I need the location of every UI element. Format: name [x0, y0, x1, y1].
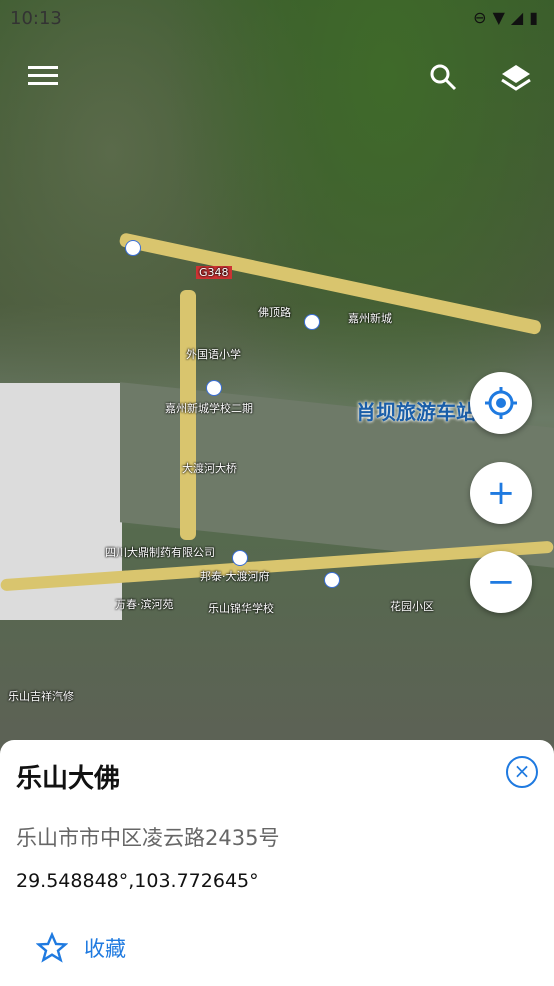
poi-marker[interactable]	[232, 550, 248, 566]
menu-button[interactable]	[25, 62, 61, 98]
status-time: 10:13	[10, 8, 62, 29]
locate-icon	[485, 387, 517, 419]
star-icon	[36, 932, 68, 963]
layers-icon	[501, 65, 531, 91]
poi-marker[interactable]	[125, 240, 141, 256]
map-label-major: 肖坝旅游车站	[356, 400, 476, 424]
locate-button[interactable]	[470, 372, 532, 434]
map-label: 花园小区	[390, 600, 434, 613]
map-label: 邦泰·大渡河府	[200, 570, 270, 583]
status-bar: 10:13 ⊖▼◢▮	[0, 0, 554, 36]
map-label: 万春·滨河苑	[115, 598, 174, 611]
map-label: 四川大鼎制药有限公司	[105, 546, 215, 559]
map-label: 大渡河大桥	[182, 462, 237, 475]
map-label: 嘉州新城	[348, 312, 392, 325]
close-button[interactable]: ×	[506, 756, 538, 788]
place-address: 乐山市市中区凌云路2435号	[16, 826, 280, 850]
map-label: G348	[196, 266, 232, 279]
map-label: 嘉州新城学校二期	[165, 402, 253, 415]
map-view[interactable]: 佛顶路 G348 外国语小学 嘉州新城学校二期 大渡河大桥 四川大鼎制药有限公司…	[0, 0, 554, 760]
place-detail-sheet: 乐山大佛 × 乐山市市中区凌云路2435号 29.548848°,103.772…	[0, 740, 554, 986]
search-button[interactable]	[425, 62, 461, 98]
minus-icon: −	[486, 562, 516, 602]
place-coordinates: 29.548848°,103.772645°	[16, 870, 259, 892]
poi-marker[interactable]	[206, 380, 222, 396]
place-title: 乐山大佛	[16, 764, 121, 794]
search-icon	[430, 64, 457, 91]
poi-marker[interactable]	[324, 572, 340, 588]
menu-icon	[28, 66, 58, 85]
poi-marker[interactable]	[304, 314, 320, 330]
map-label: 佛顶路	[258, 306, 291, 319]
favorite-label: 收藏	[84, 937, 126, 961]
map-label: 乐山吉祥汽修	[8, 690, 74, 703]
zoom-out-button[interactable]: −	[470, 551, 532, 613]
close-icon: ×	[513, 759, 531, 783]
map-label: 外国语小学	[186, 348, 241, 361]
zoom-in-button[interactable]: +	[470, 462, 532, 524]
favorite-button[interactable]: 收藏	[36, 932, 126, 964]
status-icons: ⊖▼◢▮	[473, 8, 544, 27]
map-label: 乐山锦华学校	[208, 602, 274, 615]
plus-icon: +	[486, 473, 516, 513]
layers-button[interactable]	[498, 62, 534, 98]
